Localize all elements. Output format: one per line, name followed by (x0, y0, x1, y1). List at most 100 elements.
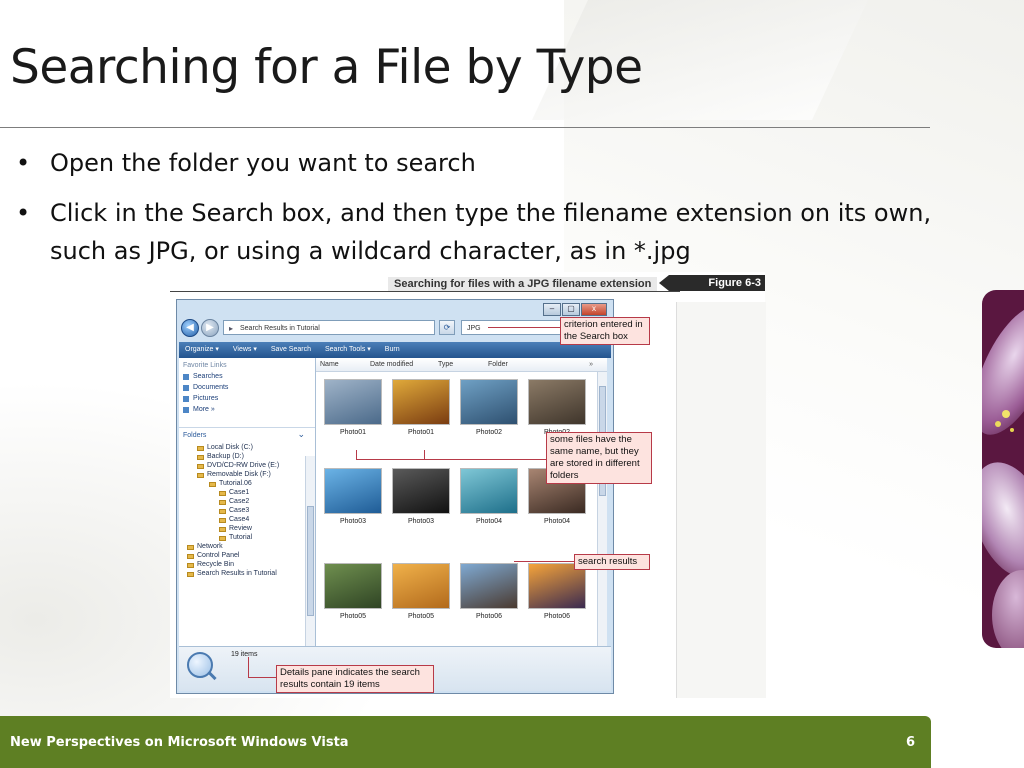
column-header: Name Date modified Type Folder » (316, 358, 607, 372)
bullet-icon: • (16, 149, 31, 177)
folder-tree-item[interactable]: Control Panel (179, 551, 315, 560)
column-name[interactable]: Name (320, 358, 339, 371)
file-name-label: Photo02 (475, 429, 503, 436)
folder-tree-item[interactable]: Case4 (179, 515, 315, 524)
footer-title: New Perspectives on Microsoft Windows Vi… (10, 735, 349, 750)
bullet-item: • Open the folder you want to search (10, 144, 960, 182)
organize-button[interactable]: Organize ▾ (185, 342, 219, 358)
file-thumbnail[interactable] (324, 379, 382, 425)
file-name-label: Photo04 (543, 518, 571, 525)
callout-details-pane: Details pane indicates the search result… (276, 665, 434, 693)
folder-tree-item[interactable]: Case1 (179, 488, 315, 497)
bullet-list: • Open the folder you want to search • Cli… (10, 144, 960, 282)
bullet-item: • Click in the Search box, and then type … (10, 194, 960, 270)
callout-arrow (488, 327, 560, 328)
address-row: ◀ ▶ Search Results in Tutorial ⟳ JPG (181, 319, 607, 339)
items-count: 19 items (231, 651, 258, 658)
columns-expand-icon[interactable]: » (589, 358, 593, 371)
decorative-flower-image (982, 290, 1024, 648)
callout-search-criterion: criterion entered in the Search box (560, 317, 650, 345)
folder-tree: Local Disk (C:) Backup (D:) DVD/CD-RW Driv… (179, 443, 315, 578)
file-name-label: Photo05 (339, 613, 367, 620)
title-divider (0, 127, 930, 128)
views-button[interactable]: Views ▾ (233, 342, 257, 358)
footer-bar: New Perspectives on Microsoft Windows Vi… (0, 716, 931, 768)
file-list: Name Date modified Type Folder » Photo01… (316, 358, 607, 646)
callout-arrow (248, 657, 249, 677)
favorite-links-header: Favorite Links (183, 362, 227, 369)
address-bar[interactable]: Search Results in Tutorial (223, 320, 435, 336)
folder-tree-item[interactable]: Tutorial (179, 533, 315, 542)
folder-tree-item[interactable]: Local Disk (C:) (179, 443, 315, 452)
file-thumbnail[interactable] (324, 468, 382, 514)
forward-button[interactable]: ▶ (201, 319, 219, 337)
favorite-link-pictures[interactable]: Pictures (179, 393, 315, 404)
navigation-pane: Favorite Links Searches Documents Pictur… (179, 358, 316, 688)
callout-same-name: some files have the same name, but they … (546, 432, 652, 484)
file-thumbnail[interactable] (528, 379, 586, 425)
file-name-label: Photo04 (475, 518, 503, 525)
file-thumbnail[interactable] (460, 563, 518, 609)
figure-number: Figure 6-3 (659, 275, 765, 291)
back-button[interactable]: ◀ (181, 319, 199, 337)
file-thumbnail[interactable] (392, 379, 450, 425)
file-name-label: Photo03 (407, 518, 435, 525)
slide-title: Searching for a File by Type (10, 40, 643, 95)
folder-tree-item[interactable]: Search Results in Tutorial (179, 569, 315, 578)
window-controls: – ▢ x (543, 303, 607, 316)
file-name-label: Photo01 (339, 429, 367, 436)
column-date-modified[interactable]: Date modified (370, 358, 413, 371)
folder-tree-item[interactable]: Recycle Bin (179, 560, 315, 569)
column-type[interactable]: Type (438, 358, 453, 371)
figure-margin (676, 302, 766, 698)
burn-button[interactable]: Burn (385, 342, 400, 358)
callout-arrow (356, 459, 546, 460)
search-icon (187, 652, 213, 678)
callout-arrow (514, 561, 574, 562)
bullet-text: Open the folder you want to search (50, 149, 476, 177)
page-number: 6 (905, 735, 915, 750)
column-folder[interactable]: Folder (488, 358, 508, 371)
bullet-text: Click in the Search box, and then type t… (50, 199, 932, 265)
callout-arrow (356, 450, 357, 460)
folders-header[interactable]: Folders (179, 427, 315, 443)
minimize-button[interactable]: – (543, 303, 561, 316)
file-thumbnail[interactable] (460, 379, 518, 425)
folder-tree-item[interactable]: DVD/CD-RW Drive (E:) (179, 461, 315, 470)
folder-tree-item[interactable]: Network (179, 542, 315, 551)
explorer-window: – ▢ x ◀ ▶ Search Results in Tutorial ⟳ J… (176, 299, 614, 694)
bullet-icon: • (16, 199, 31, 227)
file-name-label: Photo05 (407, 613, 435, 620)
refresh-button[interactable]: ⟳ (439, 320, 455, 335)
file-name-label: Photo01 (407, 429, 435, 436)
file-name-label: Photo03 (339, 518, 367, 525)
callout-arrow (248, 677, 276, 678)
save-search-button[interactable]: Save Search (271, 342, 311, 358)
callout-arrow (424, 450, 425, 460)
favorite-link-searches[interactable]: Searches (179, 371, 315, 382)
folder-tree-item[interactable]: Review (179, 524, 315, 533)
file-thumbnail[interactable] (460, 468, 518, 514)
maximize-button[interactable]: ▢ (562, 303, 580, 316)
figure-caption: Searching for files with a JPG filename … (388, 277, 658, 291)
file-thumbnail[interactable] (324, 563, 382, 609)
folder-tree-item[interactable]: Backup (D:) (179, 452, 315, 461)
explorer-toolbar: Organize ▾ Views ▾ Save Search Search To… (179, 342, 611, 358)
file-thumbnail[interactable] (392, 468, 450, 514)
more-link[interactable]: More » (179, 404, 315, 415)
file-thumbnail[interactable] (392, 563, 450, 609)
content-scrollbar[interactable] (597, 372, 607, 646)
folder-tree-item[interactable]: Tutorial.06 (179, 479, 315, 488)
folder-tree-item[interactable]: Case2 (179, 497, 315, 506)
search-tools-button[interactable]: Search Tools ▾ (325, 342, 371, 358)
close-button[interactable]: x (581, 303, 607, 316)
figure-caption-bar: Searching for files with a JPG filename … (170, 273, 765, 293)
folder-tree-item[interactable]: Case3 (179, 506, 315, 515)
figure: Searching for files with a JPG filename … (170, 272, 766, 698)
file-name-label: Photo06 (475, 613, 503, 620)
figure-rule (170, 291, 680, 292)
file-name-label: Photo06 (543, 613, 571, 620)
callout-search-results: search results (574, 554, 650, 570)
favorite-link-documents[interactable]: Documents (179, 382, 315, 393)
folder-tree-item[interactable]: Removable Disk (F:) (179, 470, 315, 479)
